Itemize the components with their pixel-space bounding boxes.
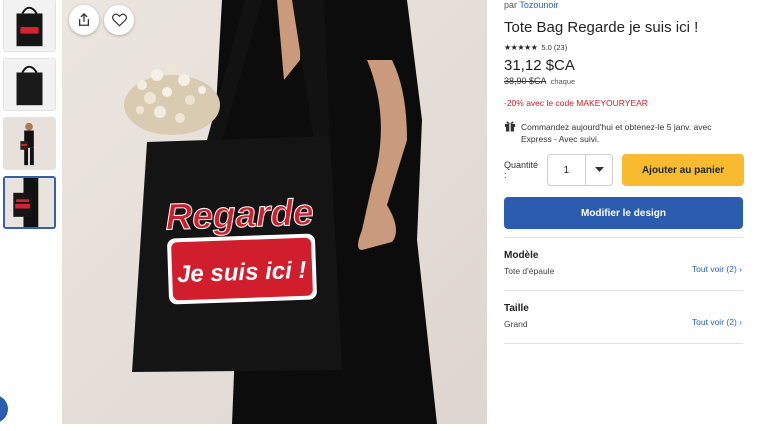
chevron-right-icon: › [739,264,742,274]
option-size[interactable]: Taille Grand Tout voir (2) › [504,291,744,343]
rating[interactable]: ★★★★★ 5.0 (23) [504,43,744,52]
see-all-label: Tout voir (2) [691,264,737,274]
gift-icon [505,121,515,132]
rating-count: 5.0 (23) [541,43,568,52]
thumbnail-model-closeup[interactable] [3,176,56,229]
favorite-button[interactable] [104,5,134,35]
old-price-line: 38,90 $CA chaque [504,76,744,86]
heart-icon [111,13,127,27]
share-button[interactable] [69,5,99,35]
see-all-label: Tout voir (2) [691,317,737,327]
add-to-cart-button[interactable]: Ajouter au panier [622,154,745,186]
shipping-info: Commandez aujourd'hui et obtenez-le 5 ja… [504,120,744,145]
quantity-select[interactable]: 1 [546,154,614,186]
bag-text-regarde: Regarde [165,191,314,237]
seller-link[interactable]: Tozounoir [519,0,558,10]
chevron-down-icon [594,167,604,172]
shipping-line-2: Express - Avec suivi. [521,134,600,144]
quantity-dropdown-toggle[interactable] [586,167,612,173]
product-title: Tote Bag Regarde je suis ici ! [504,19,699,36]
old-price: 38,90 $CA [504,76,547,86]
purchase-row: Quantité : 1 Ajouter au panier [504,154,745,186]
option-model[interactable]: Modèle Tote d'épaule Tout voir (2) › [504,238,744,290]
seller-prefix: par [504,0,518,10]
option-size-label: Taille [504,303,529,314]
price-unit: chaque [550,77,576,86]
chevron-right-icon: › [739,317,742,327]
thumbnail-model-full[interactable] [3,117,56,170]
current-price: 31,12 $CA [504,57,575,74]
product-info-panel: par Tozounoir Tote Bag Regarde je suis i… [504,0,745,344]
option-model-see-all[interactable]: Tout voir (2) › [692,264,742,274]
promo-text: -20% avec le code MAKEYOURYEAR [504,98,648,108]
quantity-label: Quantité : [504,160,539,180]
help-chat-tab[interactable] [0,395,8,423]
shipping-line-1: Commandez aujourd'hui et obtenez-le 5 ja… [521,122,712,132]
modify-design-button[interactable]: Modifier le design [504,197,743,229]
bag-text-je-suis-ici: Je suis ici ! [177,257,307,288]
divider [504,343,743,344]
quantity-value: 1 [548,155,587,185]
thumbnail-bag-front[interactable] [3,0,56,52]
share-icon [78,13,90,26]
tote-bag-photo: Regarde Je suis ici ! [62,0,487,424]
option-size-see-all[interactable]: Tout voir (2) › [692,317,742,327]
thumbnail-bag-back[interactable] [3,58,56,111]
star-rating-icon: ★★★★★ [504,43,538,52]
product-main-image: Regarde Je suis ici ! [62,0,487,424]
option-model-label: Modèle [504,250,539,261]
thumbnail-strip [3,0,57,235]
seller-line: par Tozounoir [504,0,744,11]
